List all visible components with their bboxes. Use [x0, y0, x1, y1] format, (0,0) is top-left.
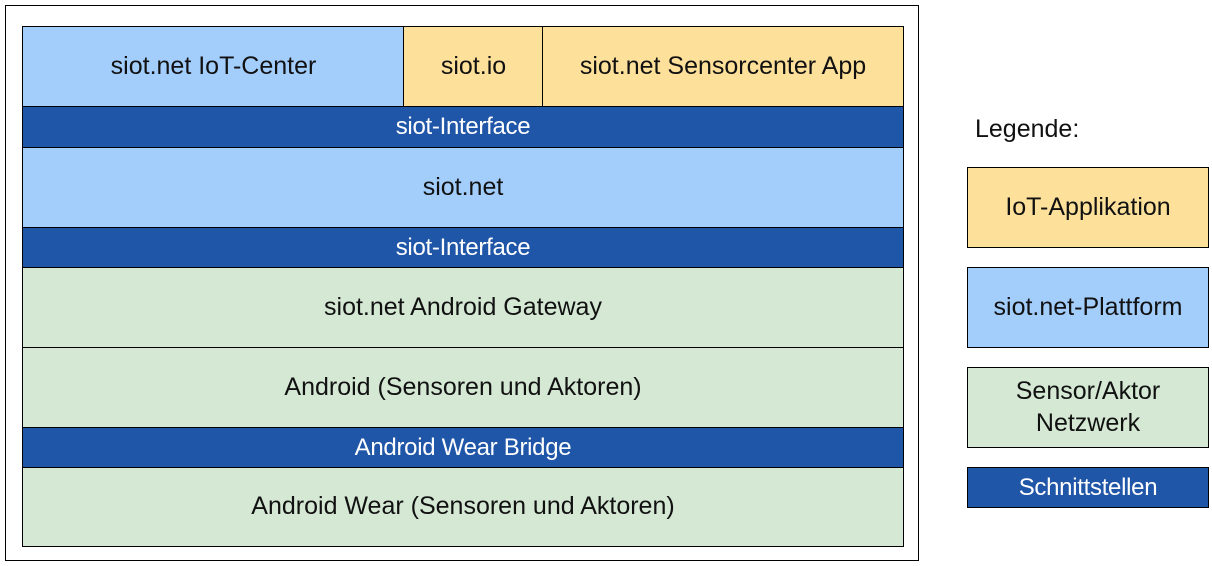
- legend-interfaces-label: Schnittstellen: [1018, 473, 1158, 501]
- android-box: Android (Sensoren und Aktoren): [22, 347, 904, 428]
- legend-interfaces: Schnittstellen: [967, 467, 1209, 508]
- siot-net-label: siot.net: [422, 172, 504, 201]
- sensorcenter-app-box: siot.net Sensorcenter App: [542, 26, 904, 107]
- iot-center-box: siot.net IoT-Center: [22, 26, 405, 107]
- android-wear-box: Android Wear (Sensoren und Aktoren): [22, 467, 904, 547]
- siot-net-box: siot.net: [22, 147, 904, 228]
- siot-io-box: siot.io: [403, 26, 544, 107]
- siot-interface-bottom: siot-Interface: [22, 227, 904, 268]
- android-wear-bridge: Android Wear Bridge: [22, 427, 904, 468]
- iot-center-label: siot.net IoT-Center: [110, 51, 317, 80]
- siot-io-label: siot.io: [440, 51, 507, 80]
- legend-platform: siot.net-Plattform: [967, 267, 1209, 348]
- siot-interface-top-label: siot-Interface: [395, 113, 531, 140]
- legend-sensor-network-label: Sensor/Aktor Netzwerk: [1015, 377, 1161, 437]
- legend-title: Legende:: [975, 115, 1080, 143]
- android-label: Android (Sensoren und Aktoren): [284, 372, 642, 401]
- android-wear-label: Android Wear (Sensoren und Aktoren): [251, 492, 675, 521]
- legend-platform-label: siot.net-Plattform: [993, 292, 1183, 321]
- sensorcenter-app-label: siot.net Sensorcenter App: [579, 51, 867, 80]
- android-gateway-label: siot.net Android Gateway: [324, 292, 602, 321]
- legend-iot-application: IoT-Applikation: [967, 167, 1209, 248]
- android-wear-bridge-label: Android Wear Bridge: [354, 433, 572, 461]
- legend-iot-application-label: IoT-Applikation: [1005, 192, 1171, 221]
- legend-sensor-network: Sensor/Aktor Netzwerk: [967, 367, 1209, 448]
- android-gateway-box: siot.net Android Gateway: [22, 267, 904, 348]
- siot-interface-bottom-label: siot-Interface: [395, 233, 531, 261]
- siot-interface-top: siot-Interface: [22, 106, 904, 148]
